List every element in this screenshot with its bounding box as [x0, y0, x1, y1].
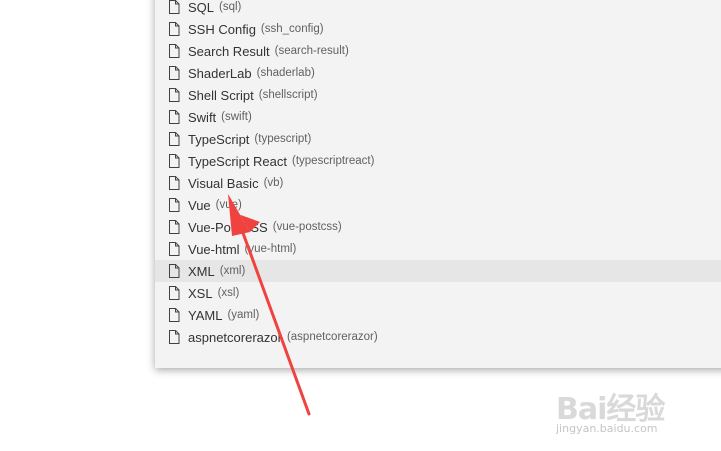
file-icon: [168, 22, 180, 36]
baidu-watermark: Bai经验 jingyan.baidu.com: [556, 378, 716, 438]
language-id: (typescriptreact): [292, 155, 375, 167]
language-name: aspnetcorerazor: [188, 329, 282, 345]
language-name: Visual Basic: [188, 175, 259, 191]
language-item-search-result[interactable]: Search Result (search-result): [155, 40, 721, 62]
file-icon: [168, 176, 180, 190]
file-icon: [168, 0, 180, 14]
language-item-sql[interactable]: SQL (sql): [155, 0, 721, 18]
file-icon: [168, 198, 180, 212]
language-item-vue-html[interactable]: Vue-html (vue-html): [155, 238, 721, 260]
screenshot-stage: Scss(scss)SQL(sql)SSH Config(ssh_config)…: [0, 0, 721, 451]
file-icon: [168, 308, 180, 322]
language-name: TypeScript React: [188, 153, 287, 169]
watermark-url: jingyan.baidu.com: [556, 422, 658, 435]
file-icon: [168, 154, 180, 168]
language-item-vue-postcss[interactable]: Vue-PostCSS (vue-postcss): [155, 216, 721, 238]
file-icon: [168, 44, 180, 58]
language-item-xml[interactable]: XML (xml): [155, 260, 721, 282]
language-list: Scss(scss)SQL(sql)SSH Config(ssh_config)…: [155, 0, 721, 348]
language-picker-panel: Scss(scss)SQL(sql)SSH Config(ssh_config)…: [155, 0, 721, 368]
language-item-aspnetcorerazor[interactable]: aspnetcorerazor (aspnetcorerazor): [155, 326, 721, 348]
language-item-shaderlab[interactable]: ShaderLab (shaderlab): [155, 62, 721, 84]
language-id: (shaderlab): [256, 67, 315, 79]
language-id: (xml): [219, 265, 246, 277]
language-name: SQL: [188, 0, 215, 15]
language-name: Vue: [188, 197, 211, 213]
language-name: XSL: [188, 285, 213, 301]
file-icon: [168, 88, 180, 102]
file-icon: [168, 330, 180, 344]
language-id: (xsl): [217, 287, 240, 299]
language-name: XML: [188, 263, 215, 279]
language-name: YAML: [188, 307, 223, 323]
language-name: Shell Script: [188, 87, 254, 103]
language-id: (vue-html): [244, 243, 297, 255]
language-id: (vue): [215, 199, 242, 211]
file-icon: [168, 264, 180, 278]
language-item-typescript[interactable]: TypeScript (typescript): [155, 128, 721, 150]
watermark-brand: Bai经验: [556, 392, 665, 427]
language-id: (sql): [219, 1, 242, 13]
file-icon: [168, 242, 180, 256]
file-icon: [168, 66, 180, 80]
language-id: (search-result): [274, 45, 349, 57]
language-id: (yaml): [227, 309, 260, 321]
language-item-xsl[interactable]: XSL (xsl): [155, 282, 721, 304]
language-item-vue[interactable]: Vue (vue): [155, 194, 721, 216]
language-name: Vue-PostCSS: [188, 219, 268, 235]
language-item-typescript-react[interactable]: TypeScript React (typescriptreact): [155, 150, 721, 172]
file-icon: [168, 110, 180, 124]
language-name: TypeScript: [188, 131, 250, 147]
language-item-visual-basic[interactable]: Visual Basic (vb): [155, 172, 721, 194]
language-id: (shellscript): [258, 89, 318, 101]
language-item-yaml[interactable]: YAML (yaml): [155, 304, 721, 326]
language-name: SSH Config: [188, 21, 256, 37]
language-id: (typescript): [254, 133, 312, 145]
language-item-swift[interactable]: Swift (swift): [155, 106, 721, 128]
file-icon: [168, 286, 180, 300]
language-id: (aspnetcorerazor): [286, 331, 378, 343]
language-name: Vue-html: [188, 241, 240, 257]
file-icon: [168, 132, 180, 146]
language-item-shell-script[interactable]: Shell Script (shellscript): [155, 84, 721, 106]
language-id: (vb): [263, 177, 284, 189]
language-id: (swift): [221, 111, 252, 123]
language-name: Search Result: [188, 43, 270, 59]
language-id: (ssh_config): [260, 23, 324, 35]
file-icon: [168, 220, 180, 234]
language-item-ssh-config[interactable]: SSH Config (ssh_config): [155, 18, 721, 40]
language-name: Swift: [188, 109, 217, 125]
language-id: (vue-postcss): [272, 221, 342, 233]
language-name: ShaderLab: [188, 65, 252, 81]
